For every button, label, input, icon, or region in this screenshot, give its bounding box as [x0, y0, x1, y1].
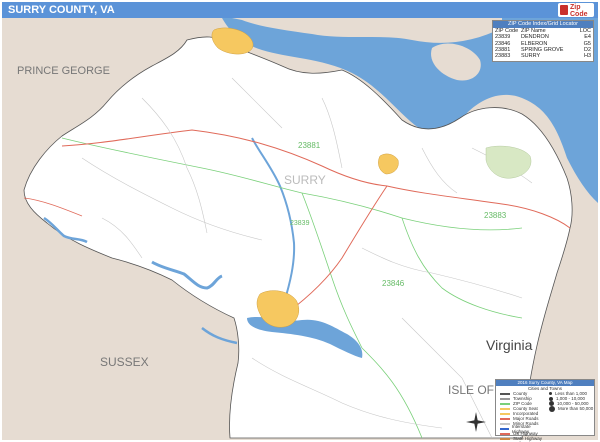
legend-swatch [500, 407, 510, 410]
legend-swatch [500, 412, 510, 415]
legend-item: More than 50,000 [547, 405, 594, 412]
title-bar: SURRY COUNTY, VA Zip Code Maps [2, 2, 598, 25]
legend-swatch [500, 427, 509, 430]
county-map[interactable]: PRINCE GEORGE SUSSEX ISLE OF Virginia SU… [2, 18, 598, 440]
legend-swatch [500, 417, 510, 420]
label-zip-23846: 23846 [382, 279, 405, 288]
logo-icon [560, 5, 568, 15]
brand-logo[interactable]: Zip Code Maps [558, 3, 594, 25]
name-cell: SURRY [521, 53, 541, 60]
legend-swatch [500, 437, 510, 440]
legend-dot [549, 405, 555, 412]
label-surry: SURRY [284, 173, 326, 187]
map-frame: SURRY COUNTY, VA Zip Code Maps [0, 0, 600, 442]
legend-swatch [500, 422, 510, 425]
legend-left-column: County Township ZIP Code County Seat Incorpo… [496, 391, 545, 442]
label-sussex: SUSSEX [100, 355, 149, 369]
legend-swatch [500, 402, 510, 405]
label-zip-23839: 23839 [290, 220, 310, 227]
label-virginia: Virginia [486, 337, 533, 353]
zip-cell: 23883 [495, 53, 511, 60]
legend-dot [549, 392, 552, 395]
legend-dot [549, 396, 553, 401]
legend-right-column: Less than 1,000 1,000 - 10,000 10,000 - 50… [545, 391, 594, 442]
label-zip-23881: 23881 [298, 141, 321, 150]
legend-swatch [500, 392, 510, 395]
label-isle-of: ISLE OF [448, 383, 494, 397]
loc-cell: H3 [583, 53, 591, 60]
label-prince-george: PRINCE GEORGE [17, 65, 110, 77]
legend-label: More than 50,000 [558, 406, 594, 411]
zip-code-index: ZIP Code Index/Grid Locator ZIP Code ZIP… [492, 20, 594, 62]
map-title: SURRY COUNTY, VA [8, 4, 115, 16]
table-row: 23883 SURRY H3 [493, 53, 593, 59]
legend-swatch [500, 397, 510, 400]
zip-table-title: ZIP Code Index/Grid Locator [493, 21, 593, 28]
map-legend: 2016 Surry County, VA Map Cities and Tow… [495, 379, 595, 442]
legend-swatch [500, 432, 510, 435]
label-zip-23883: 23883 [484, 211, 507, 220]
